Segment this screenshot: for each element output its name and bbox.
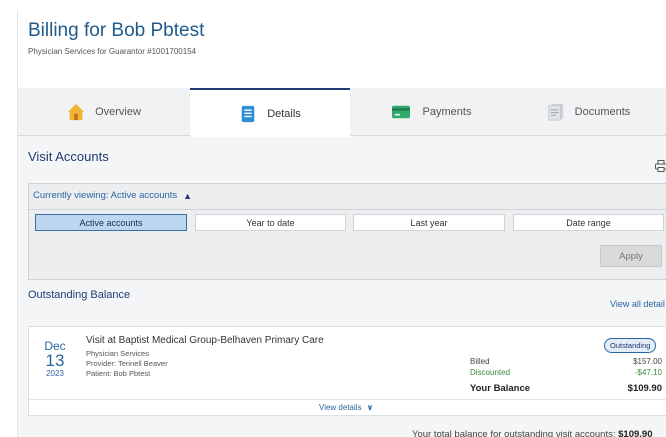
tab-label: Overview xyxy=(95,106,141,118)
currently-viewing-toggle[interactable]: Currently viewing: Active accounts ▲ xyxy=(33,190,192,201)
page-subtitle: Physician Services for Guarantor #100170… xyxy=(28,47,197,56)
card-footer: View details ∨ xyxy=(29,399,666,416)
chevron-down-icon: ∨ xyxy=(366,403,374,412)
filter-year-to-date[interactable]: Year to date xyxy=(195,214,346,231)
balance-label: Your Balance xyxy=(470,383,531,394)
view-details-link[interactable]: View details ∨ xyxy=(319,403,373,412)
tab-bar: Overview Details Payments Documents xyxy=(18,88,666,137)
documents-icon xyxy=(548,103,563,121)
filter-date-range[interactable]: Date range xyxy=(513,214,664,231)
billing-page: Billing for Bob Pbtest Physician Service… xyxy=(17,10,666,437)
visit-year: 2023 xyxy=(46,369,64,378)
credit-card-icon xyxy=(391,105,410,119)
document-icon xyxy=(241,105,255,122)
page-title: Billing for Bob Pbtest xyxy=(28,20,205,41)
apply-button[interactable]: Apply xyxy=(600,245,662,267)
page-header: Billing for Bob Pbtest Physician Service… xyxy=(18,10,666,88)
tab-overview[interactable]: Overview xyxy=(18,88,190,136)
filter-panel: Currently viewing: Active accounts ▲ Act… xyxy=(28,183,666,280)
outstanding-balance-title: Outstanding Balance xyxy=(28,289,131,301)
tab-documents[interactable]: Documents xyxy=(510,88,666,136)
home-icon xyxy=(67,103,85,121)
status-badge: Outstanding xyxy=(604,338,657,353)
view-all-details-link[interactable]: View all detail xyxy=(610,299,665,309)
visit-date: Dec 13 2023 xyxy=(39,339,71,378)
billed-label: Billed xyxy=(470,357,490,366)
tab-label: Payments xyxy=(422,106,472,118)
total-balance: Your total balance for outstanding visit… xyxy=(412,429,652,437)
tab-label: Documents xyxy=(574,106,631,118)
divider xyxy=(29,209,666,210)
visit-service: Physician Services xyxy=(86,349,149,358)
chevron-up-icon: ▲ xyxy=(183,190,193,201)
filter-last-year[interactable]: Last year xyxy=(353,214,505,231)
billed-amount: $157.00 xyxy=(633,357,662,366)
visit-provider: Provider: Terinell Beaver xyxy=(86,359,168,368)
visit-patient: Patient: Bob Pbtest xyxy=(86,369,151,378)
total-balance-label: Your total balance for outstanding visit… xyxy=(412,429,616,437)
tab-details[interactable]: Details xyxy=(190,88,350,137)
filter-active-accounts[interactable]: Active accounts xyxy=(35,214,187,231)
view-details-label: View details xyxy=(319,403,362,412)
visit-card: Dec 13 2023 Visit at Baptist Medical Gro… xyxy=(28,326,666,416)
visit-accounts-title: Visit Accounts xyxy=(28,149,109,164)
discounted-label: Discounted xyxy=(470,368,511,377)
currently-viewing-label: Currently viewing: Active accounts xyxy=(33,190,178,201)
visit-day: 13 xyxy=(45,351,65,370)
tab-payments[interactable]: Payments xyxy=(350,88,510,136)
total-balance-amount: $109.90 xyxy=(618,429,653,437)
print-icon[interactable] xyxy=(655,160,666,172)
discounted-amount: -$47.10 xyxy=(634,368,662,377)
balance-amount: $109.90 xyxy=(627,383,662,394)
visit-title: Visit at Baptist Medical Group-Belhaven … xyxy=(86,335,324,346)
tab-label: Details xyxy=(267,107,301,120)
